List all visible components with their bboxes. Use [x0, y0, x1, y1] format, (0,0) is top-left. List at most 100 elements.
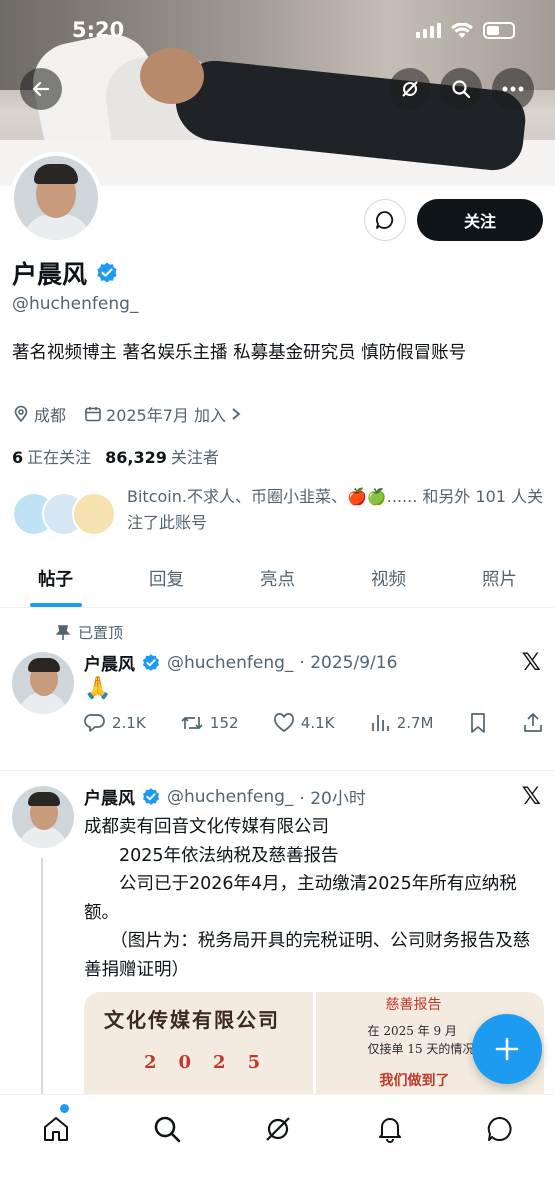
home-icon: [44, 1117, 68, 1141]
location-text: 成都: [34, 406, 67, 425]
back-arrow-icon: [32, 81, 50, 97]
verified-badge-icon: [143, 653, 159, 671]
bell-icon: [379, 1118, 401, 1143]
nav-home[interactable]: [38, 1111, 74, 1147]
bookmark-button[interactable]: [468, 712, 488, 734]
post-content: 🙏: [84, 676, 112, 701]
like-button[interactable]: 4.1K: [273, 712, 335, 734]
verified-badge-icon: [143, 787, 159, 805]
profile-bio: 著名视频博主 著名娱乐主播 私募基金研究员 慎防假冒账号: [12, 343, 467, 363]
tab-posts[interactable]: 帖子: [0, 556, 111, 607]
post-header: 户晨风 @huchenfeng_ · 20小时: [84, 784, 366, 810]
like-count: 4.1K: [300, 714, 335, 732]
post-date[interactable]: · 20小时: [299, 784, 365, 809]
bookmark-icon: [470, 713, 485, 733]
repost-icon: [181, 717, 203, 729]
grok-button[interactable]: [389, 68, 431, 110]
grok-icon: [402, 81, 418, 97]
nav-messages[interactable]: [482, 1111, 518, 1147]
search-button[interactable]: [440, 68, 482, 110]
thread-line: [41, 858, 43, 1098]
followers-link[interactable]: 86,329 关注者: [105, 444, 219, 468]
views-icon: [371, 715, 389, 731]
share-icon: [524, 713, 542, 732]
following-label: 正在关注: [27, 448, 92, 467]
profile-tabs: 帖子 回复 亮点 视频 照片: [0, 556, 555, 608]
calendar-icon: [85, 407, 101, 422]
post-content: 成都卖有回音文化传媒有限公司 2025年依法纳税及慈善报告 公司已于2026年4…: [84, 813, 544, 984]
heart-icon: [273, 713, 294, 733]
tab-replies[interactable]: 回复: [111, 556, 222, 607]
views-button[interactable]: 2.7M: [369, 712, 434, 734]
views-count: 2.7M: [396, 714, 434, 732]
post-line: 成都卖有回音文化传媒有限公司: [84, 817, 329, 837]
media-text: 2025: [144, 1052, 283, 1073]
media-text: 我们做到了: [379, 1073, 450, 1089]
post-author-handle[interactable]: @huchenfeng_: [167, 787, 293, 807]
wifi-icon: [451, 22, 473, 38]
location-pin-icon: [14, 405, 28, 423]
signal-icon: [416, 23, 441, 38]
tab-photos[interactable]: 照片: [444, 556, 555, 607]
media-text: 在 2025 年 9 月: [367, 1024, 457, 1038]
nav-grok[interactable]: [260, 1111, 296, 1147]
pin-icon: [56, 624, 70, 640]
post-avatar[interactable]: [12, 652, 74, 714]
pinned-label: 已置顶: [78, 624, 124, 642]
following-link[interactable]: 6 正在关注: [12, 444, 91, 468]
media-text: 慈善报告: [385, 997, 442, 1013]
post-date[interactable]: · 2025/9/16: [299, 653, 397, 673]
more-button[interactable]: [492, 68, 534, 110]
chevron-right-icon: [232, 408, 241, 420]
x-logo-icon[interactable]: 𝕏: [522, 648, 541, 676]
nav-notifications[interactable]: [372, 1111, 408, 1147]
verified-badge-icon[interactable]: [95, 261, 119, 285]
pinned-indicator: 已置顶: [56, 622, 123, 643]
media-text: 仅接单 15 天的情况: [367, 1042, 475, 1056]
media-text: 文化传媒有限公司: [104, 1008, 280, 1032]
tab-highlights[interactable]: 亮点: [222, 556, 333, 607]
location: 成都: [12, 402, 66, 426]
repost-count: 152: [209, 714, 239, 732]
followed-by-text: Bitcoin.不求人、币圈小韭菜、🍎🍏...... 和另外 101 人关注了此…: [127, 487, 544, 532]
profile-name-row: 户晨风: [12, 255, 119, 291]
profile-handle: @huchenfeng_: [12, 294, 139, 314]
reply-count: 2.1K: [112, 714, 146, 732]
battery-icon: [483, 22, 515, 39]
reply-icon: [84, 714, 105, 732]
message-button[interactable]: [364, 199, 406, 241]
follower-avatar: [72, 492, 116, 536]
reply-button[interactable]: 2.1K: [84, 712, 146, 734]
tab-videos[interactable]: 视频: [333, 556, 444, 607]
post-header: 户晨风 @huchenfeng_ · 2025/9/16: [84, 650, 397, 676]
profile-name: 户晨风: [12, 260, 88, 289]
followers-count: 86,329: [105, 448, 167, 467]
message-icon: [376, 211, 394, 229]
post-actions: 2.1K 152 4.1K 2.7M: [84, 712, 544, 734]
media-image-tax-certificate[interactable]: 文化传媒有限公司 2025: [84, 992, 313, 1096]
compose-button[interactable]: [472, 1014, 542, 1084]
repost-button[interactable]: 152: [180, 712, 239, 734]
share-button[interactable]: [522, 712, 544, 734]
post-author-name[interactable]: 户晨风: [84, 784, 135, 809]
post-divider: [0, 770, 555, 771]
post-author-name[interactable]: 户晨风: [84, 650, 135, 675]
post-avatar[interactable]: [12, 786, 74, 848]
x-logo-icon[interactable]: 𝕏: [522, 782, 541, 810]
followed-by-avatars: [12, 492, 122, 536]
followed-by[interactable]: Bitcoin.不求人、币圈小韭菜、🍎🍏...... 和另外 101 人关注了此…: [12, 484, 547, 544]
nav-search[interactable]: [149, 1111, 185, 1147]
back-button[interactable]: [20, 68, 62, 110]
follow-button[interactable]: 关注: [417, 199, 543, 241]
profile-avatar[interactable]: [10, 152, 102, 244]
search-icon: [452, 80, 471, 99]
more-icon: [502, 86, 524, 92]
post-line: （图片为：税务局开具的完税证明、公司财务报告及慈善捐赠证明）: [84, 931, 531, 980]
profile-meta: 成都 2025年7月 加入: [12, 402, 242, 426]
join-date-text: 2025年7月 加入: [106, 406, 227, 425]
post-author-handle[interactable]: @huchenfeng_: [167, 653, 293, 673]
join-date[interactable]: 2025年7月 加入: [84, 402, 242, 426]
message-icon: [487, 1116, 512, 1141]
bottom-nav: [0, 1094, 555, 1200]
follow-counts: 6 正在关注 86,329 关注者: [12, 444, 219, 468]
